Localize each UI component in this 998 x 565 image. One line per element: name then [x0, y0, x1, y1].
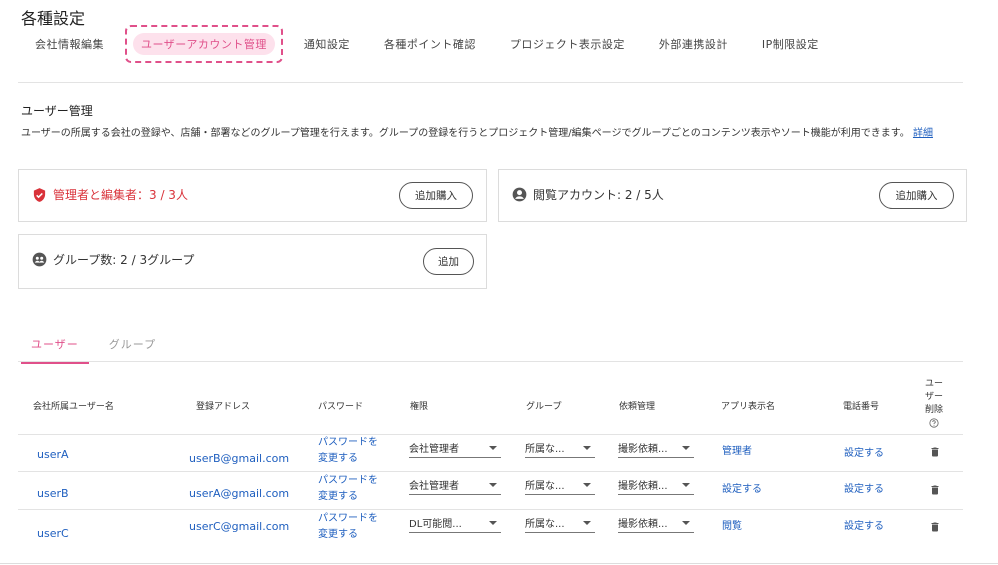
section-description: ユーザーの所属する会社の登録や、店舗・部署などのグループ管理を行えます。グループ… — [21, 126, 966, 142]
chevron-down-icon — [682, 520, 690, 525]
nav-ip-restriction[interactable]: IP制限設定 — [745, 36, 836, 52]
group-select-value: 所属な... — [525, 481, 565, 492]
nav-project-display[interactable]: プロジェクト表示設定 — [493, 36, 642, 52]
chevron-down-icon — [489, 520, 497, 525]
help-circle-icon[interactable] — [929, 418, 939, 428]
chevron-down-icon — [583, 520, 591, 525]
nav-company-info[interactable]: 会社情報編集 — [18, 36, 121, 52]
account-circle-icon — [512, 187, 527, 202]
phone-set-link[interactable]: 設定する — [844, 482, 884, 498]
request-select[interactable]: 撮影依頼... — [618, 475, 694, 495]
change-password-line2: 変更する — [318, 491, 358, 502]
request-select-value: 撮影依頼... — [618, 519, 668, 530]
tab-divider — [18, 361, 963, 362]
user-name-link[interactable]: userA — [37, 448, 69, 461]
group-select-value: 所属な... — [525, 444, 565, 455]
nav-user-accounts[interactable]: ユーザーアカウント管理 — [125, 25, 283, 63]
section-title: ユーザー管理 — [21, 104, 93, 118]
trash-icon[interactable] — [929, 520, 941, 534]
header-delete-line1: ユー — [924, 379, 943, 389]
nav-divider — [18, 82, 963, 83]
header-phone: 電話番号 — [843, 402, 880, 412]
app-name-link[interactable]: 設定する — [722, 482, 762, 498]
nav-points[interactable]: 各種ポイント確認 — [367, 36, 493, 52]
phone-set-link[interactable]: 設定する — [844, 519, 884, 535]
trash-icon[interactable] — [929, 445, 941, 459]
change-password-link[interactable]: パスワードを 変更する — [318, 511, 378, 543]
request-select[interactable]: 撮影依頼... — [618, 438, 694, 458]
role-select[interactable]: DL可能閲... — [409, 513, 501, 533]
user-email[interactable]: userB@gmail.com — [189, 452, 289, 465]
change-password-line1: パスワードを — [318, 437, 378, 448]
change-password-line1: パスワードを — [318, 475, 378, 486]
change-password-line2: 変更する — [318, 453, 358, 464]
header-delete-line3: 削除 — [924, 405, 943, 415]
chevron-down-icon — [489, 482, 497, 487]
admin-quota-card: 管理者と編集者：3 / 3人 追加購入 — [18, 169, 487, 222]
chevron-down-icon — [583, 445, 591, 450]
tab-groups[interactable]: グループ — [99, 330, 166, 364]
viewer-quota-card: 閲覧アカウント: 2 / 5人 追加購入 — [498, 169, 967, 222]
group-select[interactable]: 所属な... — [525, 475, 595, 495]
role-select-value: 会社管理者 — [409, 444, 459, 455]
header-app-name: アプリ表示名 — [721, 402, 776, 412]
group-select-value: 所属な... — [525, 519, 565, 530]
header-user-name: 会社所属ユーザー名 — [33, 402, 114, 412]
role-select-value: 会社管理者 — [409, 481, 459, 492]
page-bottom-border — [0, 563, 998, 564]
header-request: 依頼管理 — [619, 402, 656, 412]
group-icon — [32, 252, 47, 267]
group-select[interactable]: 所属な... — [525, 438, 595, 458]
chevron-down-icon — [489, 445, 497, 450]
request-select-value: 撮影依頼... — [618, 444, 668, 455]
detail-link[interactable]: 詳細 — [913, 128, 933, 139]
trash-icon[interactable] — [929, 483, 941, 497]
role-select-value: DL可能閲... — [409, 519, 462, 530]
shield-check-icon — [33, 187, 46, 202]
viewer-quota-label: 閲覧アカウント: 2 / 5人 — [533, 188, 664, 202]
nav-user-accounts-label: ユーザーアカウント管理 — [133, 33, 275, 55]
header-group: グループ — [526, 402, 562, 412]
group-quota: グループ数: 2 / 3グループ — [32, 251, 194, 268]
user-name-link[interactable]: userC — [37, 527, 69, 540]
app-name-link[interactable]: 管理者 — [722, 444, 752, 460]
phone-set-link[interactable]: 設定する — [844, 446, 884, 462]
user-name-link[interactable]: userB — [37, 487, 69, 500]
viewer-purchase-button[interactable]: 追加購入 — [879, 182, 954, 209]
admin-quota: 管理者と編集者：3 / 3人 — [32, 186, 188, 203]
tab-users[interactable]: ユーザー — [21, 330, 89, 364]
change-password-link[interactable]: パスワードを 変更する — [318, 473, 378, 505]
nav-notifications[interactable]: 通知設定 — [287, 36, 367, 52]
group-add-button[interactable]: 追加 — [423, 248, 474, 275]
user-email[interactable]: userC@gmail.com — [189, 520, 289, 533]
header-role: 権限 — [410, 402, 429, 412]
change-password-line2: 変更する — [318, 529, 358, 540]
header-delete: ユー ザー 削除 — [923, 378, 945, 433]
admin-quota-label: 管理者と編集者：3 / 3人 — [53, 188, 188, 202]
group-quota-card: グループ数: 2 / 3グループ 追加 — [18, 234, 487, 289]
header-email: 登録アドレス — [196, 402, 251, 412]
chevron-down-icon — [583, 482, 591, 487]
admin-purchase-button[interactable]: 追加購入 — [399, 182, 473, 209]
viewer-quota: 閲覧アカウント: 2 / 5人 — [512, 186, 664, 203]
user-email[interactable]: userA@gmail.com — [189, 487, 289, 500]
chevron-down-icon — [682, 445, 690, 450]
nav-external-integration[interactable]: 外部連携設計 — [642, 36, 745, 52]
role-select[interactable]: 会社管理者 — [409, 475, 501, 495]
change-password-line1: パスワードを — [318, 513, 378, 524]
group-quota-label: グループ数: 2 / 3グループ — [53, 253, 195, 267]
settings-nav: 会社情報編集 ユーザーアカウント管理 通知設定 各種ポイント確認 プロジェクト表… — [18, 22, 836, 66]
request-select-value: 撮影依頼... — [618, 481, 668, 492]
user-group-tabs: ユーザー グループ — [21, 330, 176, 364]
role-select[interactable]: 会社管理者 — [409, 438, 501, 458]
group-select[interactable]: 所属な... — [525, 513, 595, 533]
request-select[interactable]: 撮影依頼... — [618, 513, 694, 533]
section-description-text: ユーザーの所属する会社の登録や、店舗・部署などのグループ管理を行えます。グループ… — [21, 128, 910, 139]
app-name-link[interactable]: 閲覧 — [722, 519, 742, 535]
chevron-down-icon — [682, 482, 690, 487]
header-password: パスワード — [318, 402, 364, 412]
header-delete-line2: ザー — [924, 392, 943, 402]
change-password-link[interactable]: パスワードを 変更する — [318, 435, 378, 467]
